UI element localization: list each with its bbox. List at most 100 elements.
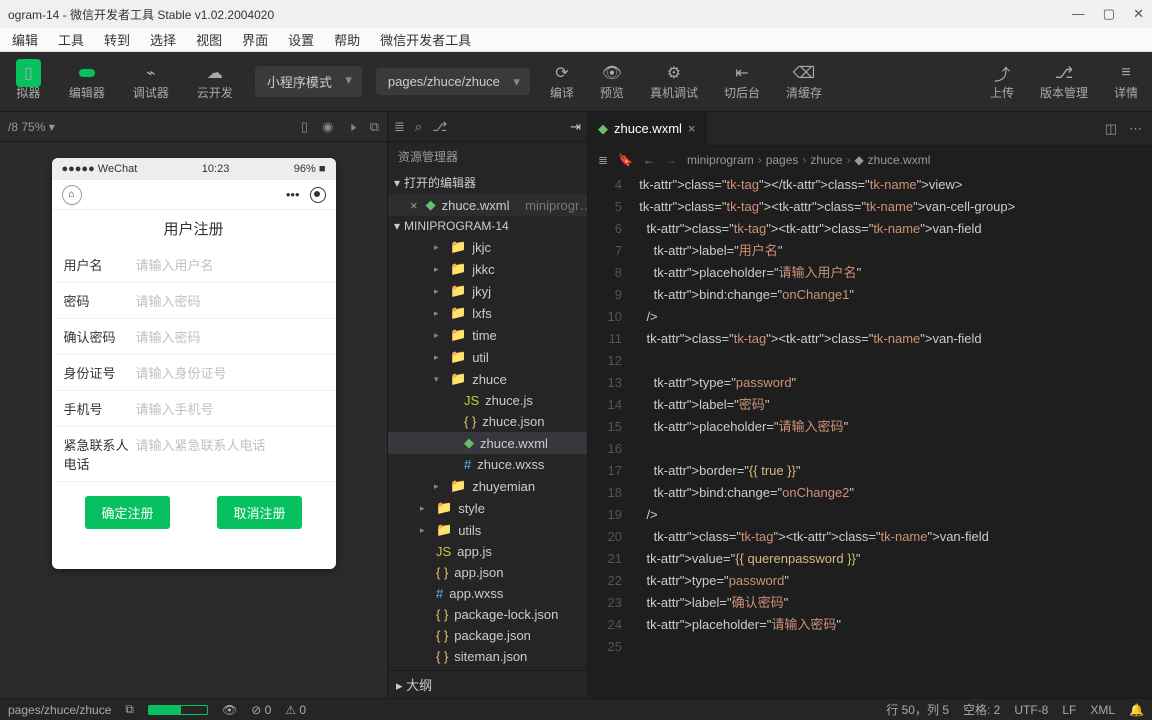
breadcrumb-segment[interactable]: zhuce xyxy=(810,153,842,167)
tree-item[interactable]: ▸📁jkyj xyxy=(388,280,587,302)
device-icon[interactable]: ▯ xyxy=(301,119,308,135)
outline-section[interactable]: ▸ 大纲 xyxy=(388,670,587,698)
tree-item[interactable]: { }app.json xyxy=(388,562,587,583)
close-tab-icon[interactable]: × xyxy=(688,121,696,136)
breadcrumb-segment[interactable]: zhuce.wxml xyxy=(868,153,931,167)
branch-icon: ⎇ xyxy=(1055,62,1073,84)
menu-item[interactable]: 界面 xyxy=(234,28,276,51)
detail-button[interactable]: ≡详情 xyxy=(1102,56,1150,108)
bookmark-icon[interactable]: 🔖 xyxy=(618,153,633,167)
tree-item[interactable]: ▸📁jkjc xyxy=(388,236,587,258)
split-icon[interactable]: ⇥ xyxy=(570,119,581,135)
copy-icon[interactable]: ⧉ xyxy=(370,119,379,135)
target-icon[interactable] xyxy=(310,187,326,203)
record-icon[interactable]: ◉ xyxy=(322,119,333,135)
confirm-register-button[interactable]: 确定注册 xyxy=(85,496,169,529)
toolbar-tab[interactable]: ⌁调试器 xyxy=(119,56,183,108)
form-field[interactable]: 确认密码请输入密码 xyxy=(52,319,336,355)
menu-item[interactable]: 设置 xyxy=(280,28,322,51)
form-field[interactable]: 紧急联系人电话请输入紧急联系人电话 xyxy=(52,427,336,482)
open-editor-item[interactable]: × ◆ zhuce.wxml miniprogr… xyxy=(388,194,587,216)
form-field[interactable]: 用户名请输入用户名 xyxy=(52,247,336,283)
outline-toggle-icon[interactable]: ≣ xyxy=(598,153,608,167)
maximize-icon[interactable]: ▢ xyxy=(1103,6,1115,22)
toolbar-tab[interactable]: ▯拟器 xyxy=(2,56,55,108)
git-icon[interactable]: ⎇ xyxy=(432,119,447,135)
eye-icon[interactable]: 👁 xyxy=(222,703,237,717)
mode-select[interactable]: 小程序模式 xyxy=(255,66,362,97)
tree-item[interactable]: ▸📁time xyxy=(388,324,587,346)
tree-item[interactable]: { }siteman.json xyxy=(388,646,587,667)
menu-item[interactable]: 视图 xyxy=(188,28,230,51)
compile-button[interactable]: ⟳编译 xyxy=(538,56,586,108)
home-icon[interactable]: ⌂ xyxy=(62,185,82,205)
phone-statusbar: ●●●●● WeChat10:2396% ■ xyxy=(52,158,336,180)
code-area[interactable]: tk-attr">class="tk-tag"></tk-attr">class… xyxy=(632,174,1152,698)
copy-path-icon[interactable]: ⧉ xyxy=(125,702,134,717)
tree-item[interactable]: { }package.json xyxy=(388,625,587,646)
toolbar-tab[interactable]: ☁云开发 xyxy=(183,56,247,108)
menu-item[interactable]: 选择 xyxy=(142,28,184,51)
open-editors-section[interactable]: ▾打开的编辑器 xyxy=(388,171,587,194)
nav-forward-icon[interactable]: → xyxy=(665,153,677,167)
tree-item[interactable]: JSapp.js xyxy=(388,541,587,562)
cancel-register-button[interactable]: 取消注册 xyxy=(217,496,301,529)
clear-cache-button[interactable]: ⌫清缓存 xyxy=(774,56,834,108)
tree-item[interactable]: ▾📁zhuce xyxy=(388,368,587,390)
minimize-icon[interactable]: — xyxy=(1072,6,1085,22)
mute-icon[interactable]: 🕨 xyxy=(348,119,356,135)
form-field[interactable]: 身份证号请输入身份证号 xyxy=(52,355,336,391)
folder-icon: 📁 xyxy=(450,283,466,299)
list-icon[interactable]: ≣ xyxy=(394,119,405,135)
form-field[interactable]: 密码请输入密码 xyxy=(52,283,336,319)
tree-item[interactable]: #app.wxss xyxy=(388,583,587,604)
tree-item[interactable]: JSzhuce.js xyxy=(388,390,587,411)
folder-icon: 📁 xyxy=(436,522,452,538)
indent-setting[interactable]: 空格: 2 xyxy=(963,701,1000,718)
menu-item[interactable]: 工具 xyxy=(50,28,92,51)
real-debug-button[interactable]: ⚙真机调试 xyxy=(638,56,710,108)
language-mode[interactable]: XML xyxy=(1090,703,1115,717)
tree-item[interactable]: ▸📁jkkc xyxy=(388,258,587,280)
tree-item[interactable]: ▸📁style xyxy=(388,497,587,519)
more-editor-icon[interactable]: ⋯ xyxy=(1129,121,1142,137)
menu-item[interactable]: 微信开发者工具 xyxy=(372,28,479,51)
tree-item[interactable]: { }zhuce.json xyxy=(388,411,587,432)
tree-item[interactable]: ◆zhuce.wxml xyxy=(388,432,587,454)
tree-item[interactable]: ▸📁utils xyxy=(388,519,587,541)
simulator-toolbar: /8 75% ▾ ▯ ◉ 🕨 ⧉ xyxy=(0,112,387,142)
tree-item[interactable]: ▸📁util xyxy=(388,346,587,368)
breadcrumb-segment[interactable]: pages xyxy=(766,153,799,167)
editor-tab-zhuce[interactable]: ◆ zhuce.wxml × xyxy=(588,112,707,146)
tree-item[interactable]: ▸📁zhuyemian xyxy=(388,475,587,497)
more-icon[interactable]: ••• xyxy=(286,187,300,202)
tree-item[interactable]: { }package-lock.json xyxy=(388,604,587,625)
menu-item[interactable]: 编辑 xyxy=(4,28,46,51)
bell-icon[interactable]: 🔔 xyxy=(1129,703,1144,717)
upload-button[interactable]: ⤴上传 xyxy=(978,56,1026,108)
cursor-position[interactable]: 行 50，列 5 xyxy=(886,701,949,718)
search-icon[interactable]: ⌕ xyxy=(415,119,422,135)
encoding[interactable]: UTF-8 xyxy=(1014,703,1048,717)
preview-button[interactable]: 👁预览 xyxy=(588,56,636,108)
version-button[interactable]: ⎇版本管理 xyxy=(1028,56,1100,108)
error-count[interactable]: ⊘ 0 xyxy=(251,703,271,717)
nav-back-icon[interactable]: ← xyxy=(643,153,655,167)
background-button[interactable]: ⇤切后台 xyxy=(712,56,772,108)
eol[interactable]: LF xyxy=(1062,703,1076,717)
menu-item[interactable]: 帮助 xyxy=(326,28,368,51)
breadcrumb-segment[interactable]: miniprogram xyxy=(687,153,754,167)
menu-item[interactable]: 转到 xyxy=(96,28,138,51)
close-icon[interactable]: ✕ xyxy=(1133,6,1144,22)
split-editor-icon[interactable]: ◫ xyxy=(1105,121,1117,137)
project-section[interactable]: ▾MINIPROGRAM-14 xyxy=(388,216,587,236)
close-icon[interactable]: × xyxy=(410,198,418,213)
zoom-level[interactable]: /8 75% ▾ xyxy=(8,120,55,134)
toolbar-tab[interactable]: 编辑器 xyxy=(55,56,119,108)
form-field[interactable]: 手机号请输入手机号 xyxy=(52,391,336,427)
page-select[interactable]: pages/zhuce/zhuce xyxy=(376,68,530,95)
tree-item[interactable]: #zhuce.wxss xyxy=(388,454,587,475)
tree-item[interactable]: ▸📁lxfs xyxy=(388,302,587,324)
warning-count[interactable]: ⚠ 0 xyxy=(285,703,306,717)
progress-bar xyxy=(148,705,208,715)
